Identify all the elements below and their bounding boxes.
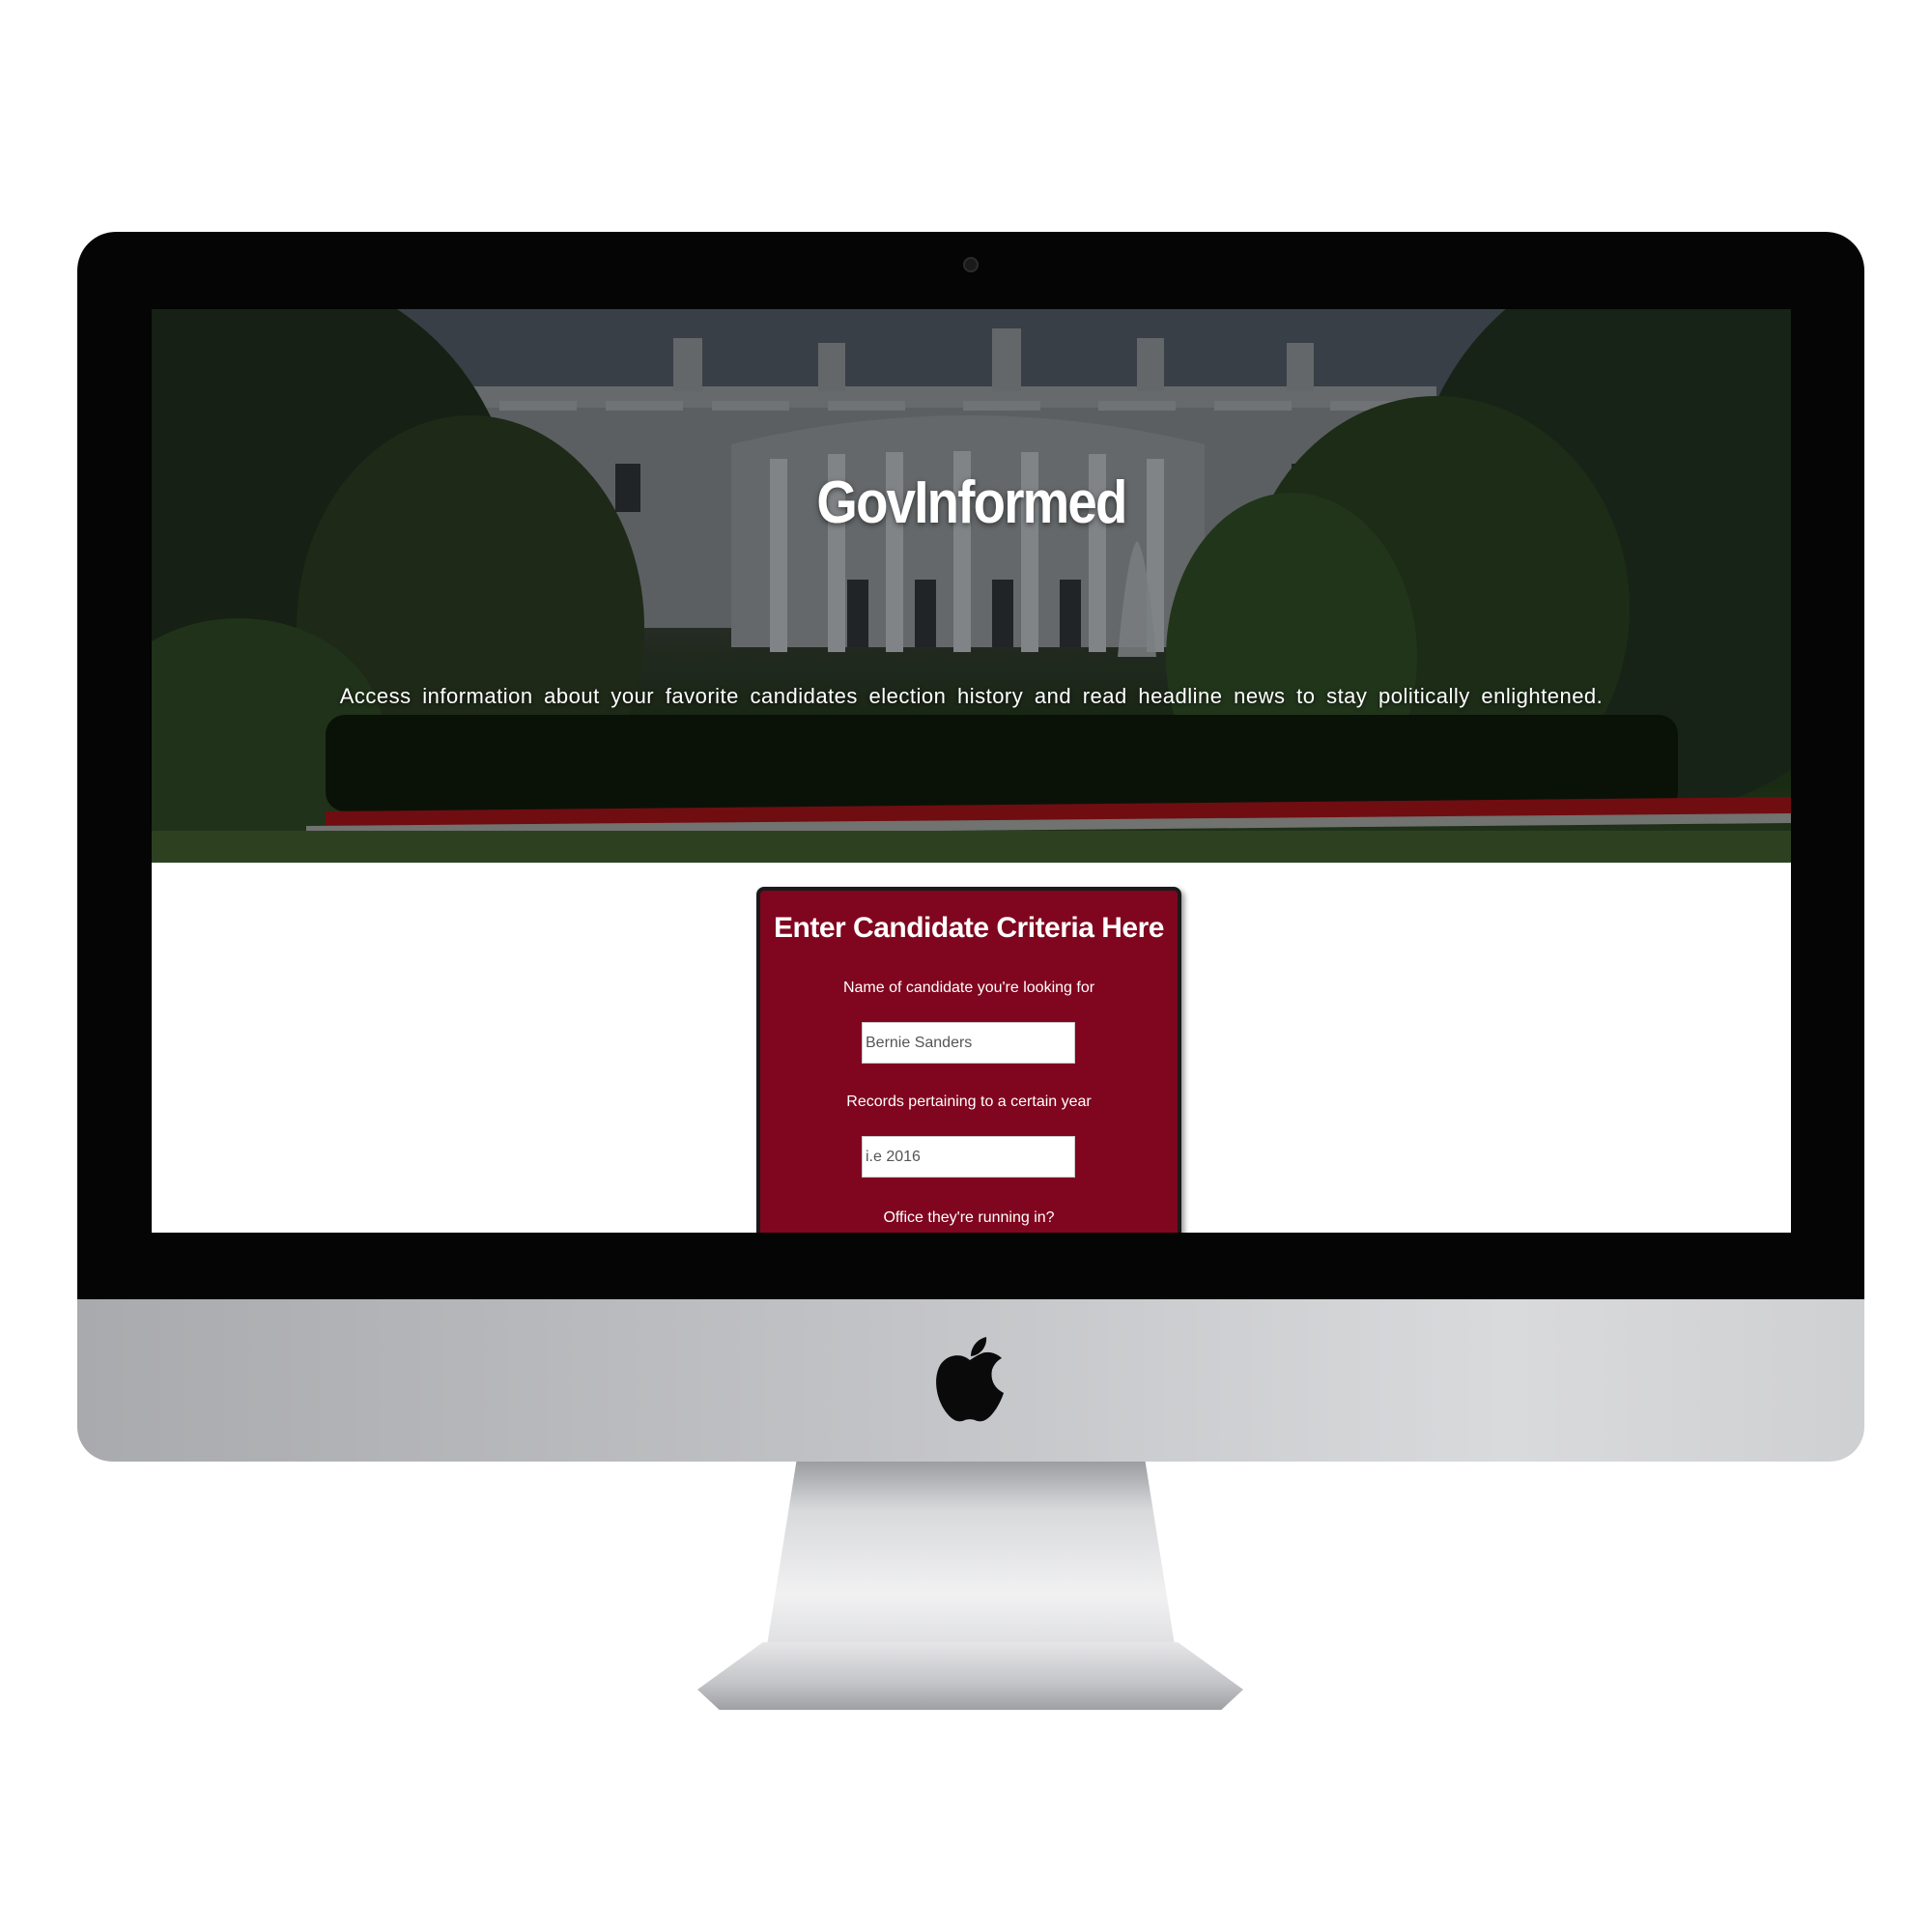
- office-label: Office they're running in?: [883, 1209, 1055, 1226]
- candidate-name-label: Name of candidate you're looking for: [842, 980, 1095, 996]
- browser-viewport: GovInformed Access information about you…: [152, 309, 1791, 1233]
- record-year-input[interactable]: [862, 1136, 1075, 1178]
- apple-logo-icon: [936, 1337, 1004, 1422]
- record-year-label: Records pertaining to a certain year: [846, 1094, 1092, 1110]
- hero-tagline: Access information about your favorite c…: [339, 684, 1604, 708]
- camera-icon: [963, 257, 979, 272]
- candidate-criteria-form: Enter Candidate Criteria Here Name of ca…: [756, 887, 1181, 1233]
- candidate-name-input[interactable]: [862, 1022, 1075, 1064]
- white-house-background: [152, 309, 1791, 863]
- site-title: GovInformed: [816, 469, 1127, 536]
- hero-banner: GovInformed Access information about you…: [152, 309, 1791, 863]
- monitor-stand-base: [697, 1642, 1243, 1710]
- form-title: Enter Candidate Criteria Here: [774, 912, 1164, 944]
